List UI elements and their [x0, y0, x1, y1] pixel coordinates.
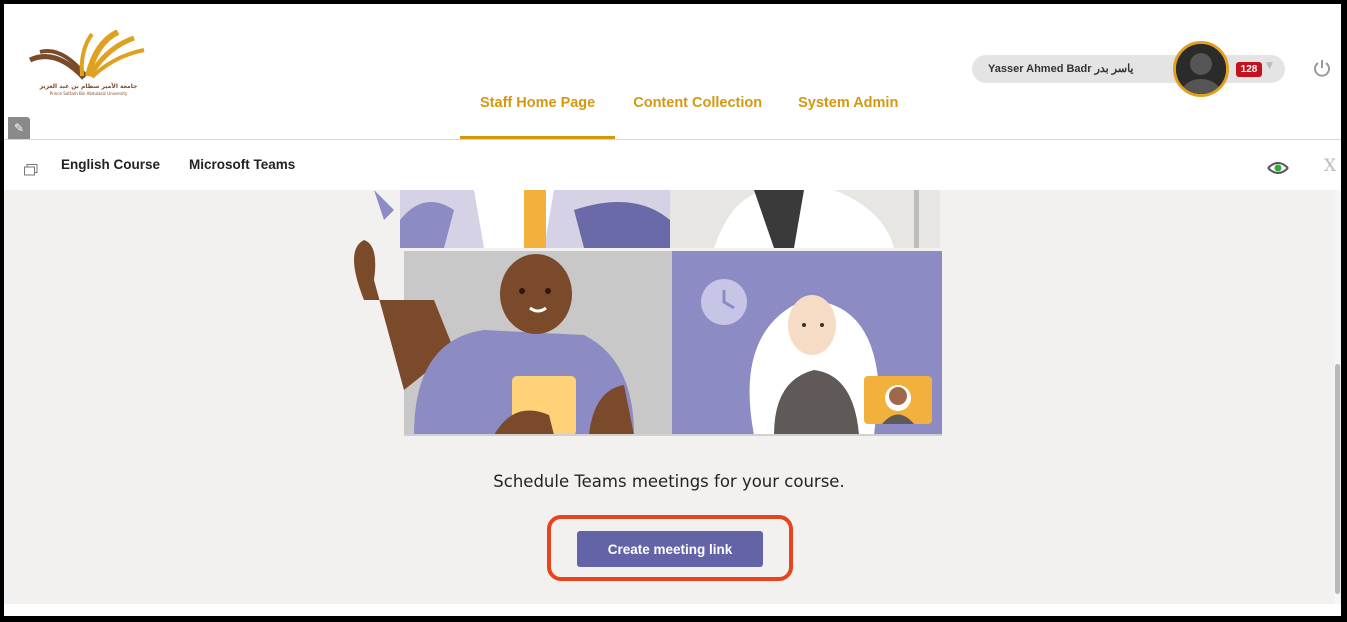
- power-icon[interactable]: [1312, 58, 1332, 78]
- app-frame: جامعة الأمير سطام بن عبد العزيز Prince S…: [4, 4, 1341, 616]
- top-header: جامعة الأمير سطام بن عبد العزيز Prince S…: [4, 4, 1341, 140]
- course-menu-icon[interactable]: [24, 164, 38, 176]
- chevron-down-icon[interactable]: ▼: [1266, 61, 1273, 71]
- logo-english-name: Prince Sattam Bin Abdulaziz University: [49, 91, 128, 96]
- breadcrumb-microsoft-teams: Microsoft Teams: [189, 157, 296, 172]
- notification-badge[interactable]: 128: [1236, 62, 1262, 77]
- tab-staff-home-page[interactable]: Staff Home Page: [460, 82, 616, 139]
- close-icon[interactable]: X: [1324, 156, 1336, 176]
- footer-strip: [4, 604, 1341, 616]
- scrollbar-thumb[interactable]: [1335, 364, 1340, 594]
- highlight-annotation: [547, 515, 793, 581]
- main-tabs: Staff Home Page Content Collection Syste…: [460, 82, 916, 139]
- student-preview-icon[interactable]: [1266, 159, 1290, 177]
- breadcrumb-english-course[interactable]: English Course: [61, 157, 160, 172]
- tab-content-collection[interactable]: Content Collection: [615, 82, 780, 139]
- schedule-message: Schedule Teams meetings for your course.: [493, 472, 845, 491]
- logo-arabic-name: جامعة الأمير سطام بن عبد العزيز: [39, 83, 138, 90]
- pin-icon[interactable]: ✎: [8, 117, 30, 139]
- university-logo[interactable]: جامعة الأمير سطام بن عبد العزيز Prince S…: [26, 29, 151, 100]
- teams-meeting-illustration: [354, 190, 942, 436]
- teams-panel: Schedule Teams meetings for your course.…: [4, 190, 1334, 604]
- tab-system-admin[interactable]: System Admin: [780, 82, 916, 139]
- avatar-silhouette-icon: [1176, 44, 1226, 94]
- logo-icon: [28, 29, 145, 80]
- avatar[interactable]: [1173, 41, 1229, 97]
- user-name: Yasser Ahmed Badr ياسر بدر: [988, 63, 1134, 75]
